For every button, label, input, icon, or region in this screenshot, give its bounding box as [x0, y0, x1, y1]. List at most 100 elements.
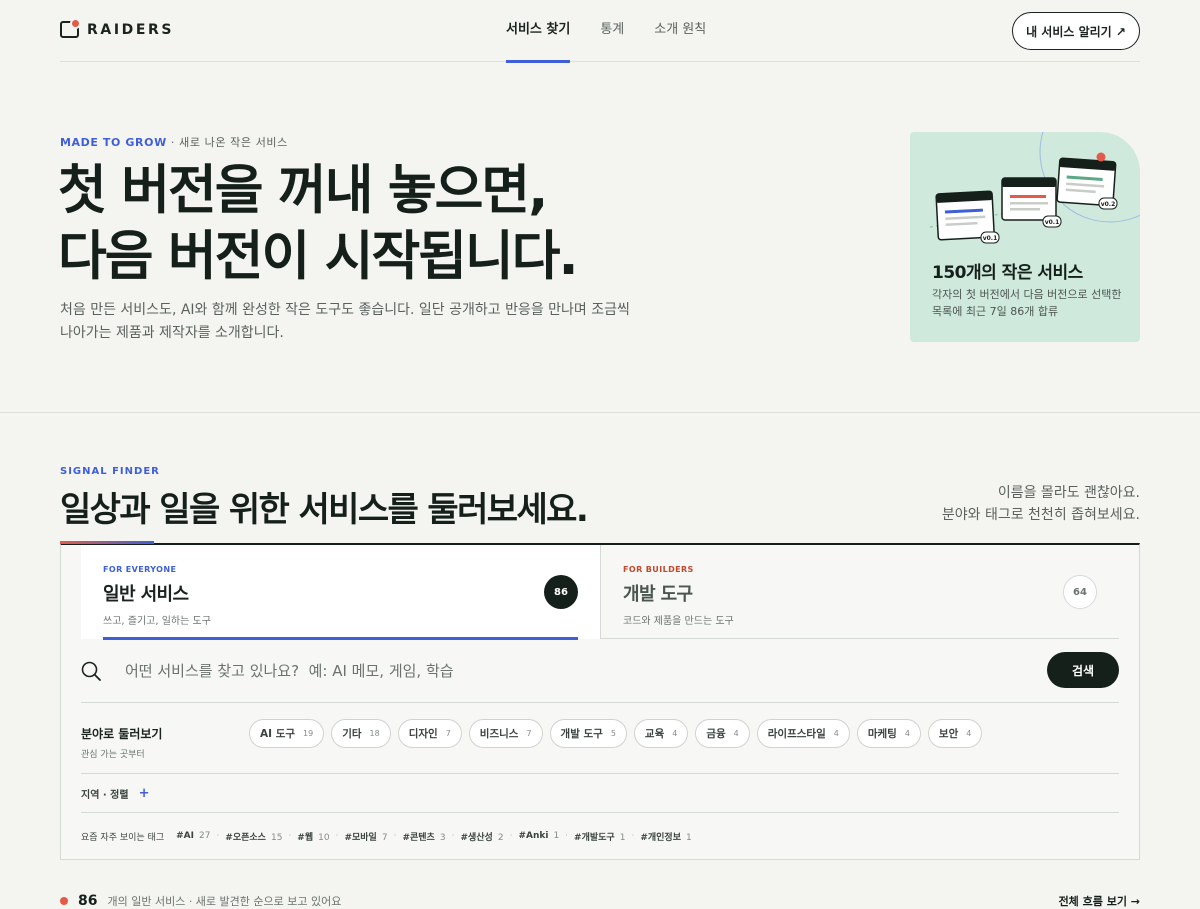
- tag-count: 27: [198, 831, 211, 841]
- popular-tags: 요즘 자주 보이는 태그 #AI 27 · #오픈소스 15 · #웹 10 · #모…: [81, 813, 1119, 859]
- chip-count: 7: [445, 729, 451, 738]
- version-label-1: v0.1: [983, 235, 998, 242]
- finder-side-note: 이름을 몰라도 괜찮아요. 분야와 태그로 천천히 좁혀보세요.: [942, 482, 1140, 526]
- tag-label: #오픈소스: [225, 832, 266, 843]
- hero-eyebrow-rest: · 새로 나온 작은 서비스: [166, 136, 288, 149]
- tag-count: 15: [270, 832, 283, 843]
- category-chip-ai-tools[interactable]: AI 도구 19: [249, 719, 325, 748]
- search-input[interactable]: [125, 657, 985, 685]
- chip-label: 라이프스타일: [767, 728, 826, 740]
- category-filter-subtitle: 관심 가는 곳부터: [81, 750, 145, 760]
- category-filter: 분야로 둘러보기 관심 가는 곳부터 AI 도구 19 기타 18 디자인 7 비즈니…: [81, 703, 1119, 774]
- tag-count: 1: [686, 832, 692, 843]
- chip-count: 4: [966, 729, 972, 738]
- tag-link[interactable]: #생산성 2: [460, 830, 503, 843]
- chip-count: 4: [833, 729, 839, 738]
- category-chip-security[interactable]: 보안 4: [927, 719, 983, 748]
- tag-label: #모바일: [344, 832, 377, 843]
- category-filter-title: 분야로 둘러보기: [81, 727, 163, 741]
- tag-link[interactable]: #개인정보 1: [640, 830, 691, 843]
- category-chip-lifestyle[interactable]: 라이프스타일 4: [756, 719, 850, 748]
- tag-link[interactable]: #Anki 1: [518, 831, 559, 841]
- chip-count: 19: [303, 729, 314, 738]
- site-header: RAIDERS 서비스 찾기 통계 소개 원칙 내 서비스 알리기 ↗: [60, 0, 1140, 63]
- chip-label: 개발 도구: [560, 728, 603, 740]
- logo-icon: [60, 18, 81, 38]
- tag-label: #Anki: [518, 831, 549, 841]
- search-bar: 검색: [81, 639, 1119, 703]
- category-chip-finance[interactable]: 금융 4: [695, 719, 750, 748]
- tag-label: #AI: [176, 831, 194, 841]
- hero-card-description: 각자의 첫 버전에서 다음 버전으로 선택한 목록에 최근 7일 86개 합류: [932, 288, 1122, 318]
- service-type-tabs: FOR EVERYONE 일반 서비스 쓰고, 즐기고, 일하는 도구 86 F…: [81, 545, 1119, 640]
- tag-count: 3: [439, 832, 446, 843]
- version-label-2: v0.1: [1045, 219, 1060, 226]
- category-chip-etc[interactable]: 기타 18: [331, 719, 391, 748]
- tag-separator: ·: [393, 831, 397, 841]
- category-chip-dev-tools[interactable]: 개발 도구 5: [549, 719, 627, 748]
- results-summary: 86 개의 일반 서비스 · 새로 발견한 순으로 보고 있어요: [60, 893, 341, 909]
- category-chip-design[interactable]: 디자인 7: [397, 719, 462, 748]
- tag-link[interactable]: #AI 27: [176, 831, 210, 841]
- chip-label: AI 도구: [260, 728, 296, 740]
- tab-kicker: FOR BUILDERS: [623, 565, 694, 574]
- category-chip-business[interactable]: 비즈니스 7: [468, 719, 543, 748]
- logo[interactable]: RAIDERS: [60, 18, 174, 38]
- nav-item-find-services[interactable]: 서비스 찾기: [506, 0, 571, 63]
- tag-separator: ·: [288, 831, 292, 841]
- tab-subtitle: 코드와 제품을 만드는 도구: [623, 616, 734, 627]
- submit-service-button[interactable]: 내 서비스 알리기 ↗: [1012, 12, 1140, 50]
- chip-count: 7: [526, 729, 532, 738]
- tag-link[interactable]: #개발도구 1: [574, 830, 625, 843]
- hero-stat-card: v0.1 v0.1 v0.2 150개의 작은 서비스 각자의 첫 버전에서 다…: [910, 132, 1140, 342]
- chip-label: 금융: [706, 728, 726, 740]
- hero-title: 첫 버전을 꺼내 놓으면, 다음 버전이 시작됩니다.: [58, 158, 579, 290]
- tag-label: #개발도구: [574, 832, 615, 843]
- tab-count-badge: 86: [544, 575, 578, 609]
- nav-item-principles[interactable]: 소개 원칙: [654, 0, 706, 62]
- tag-link[interactable]: #웹 10: [297, 830, 329, 843]
- tag-count: 1: [619, 832, 626, 843]
- main-nav: 서비스 찾기 통계 소개 원칙: [506, 0, 736, 63]
- nav-item-stats[interactable]: 통계: [600, 0, 624, 62]
- search-button[interactable]: 검색: [1047, 652, 1119, 688]
- tab-dev-tools[interactable]: FOR BUILDERS 개발 도구 코드와 제품을 만드는 도구 64: [600, 545, 1119, 639]
- tab-kicker: FOR EVERYONE: [103, 565, 177, 574]
- tag-label: #콘텐츠: [402, 832, 435, 843]
- tag-separator: ·: [216, 831, 220, 841]
- tag-count: 1: [553, 831, 560, 841]
- chip-label: 교육: [644, 728, 665, 740]
- region-sort-row[interactable]: 지역 · 정렬 +: [81, 774, 1119, 813]
- tag-count: 10: [318, 832, 330, 843]
- tab-name: 일반 서비스: [103, 584, 189, 605]
- chip-label: 비즈니스: [479, 728, 519, 740]
- chip-label: 보안: [938, 728, 959, 740]
- tag-separator: ·: [631, 831, 635, 841]
- category-chip-education[interactable]: 교육 4: [633, 719, 689, 748]
- tag-link[interactable]: #모바일 7: [344, 830, 387, 843]
- results-count: 86: [78, 893, 98, 909]
- view-all-link[interactable]: 전체 흐름 보기 →: [1059, 893, 1140, 909]
- finder-title: 일상과 일을 위한 서비스를 둘러보세요.: [60, 490, 589, 530]
- region-sort-label: 지역 · 정렬: [81, 789, 129, 801]
- tag-count: 2: [497, 832, 504, 843]
- tag-separator: ·: [565, 831, 569, 841]
- hero-description: 처음 만든 서비스도, AI와 함께 완성한 작은 도구도 좋습니다. 일단 공…: [60, 302, 630, 341]
- chip-label: 디자인: [408, 728, 438, 740]
- finder-side-line2: 분야와 태그로 천천히 좁혀보세요.: [941, 507, 1140, 523]
- expand-plus-icon[interactable]: +: [139, 786, 150, 801]
- tag-link[interactable]: #오픈소스 15: [225, 830, 282, 843]
- status-dot-icon: [60, 897, 68, 905]
- panel-accent-bar: [60, 541, 154, 544]
- tag-label: #생산성: [460, 832, 493, 843]
- chip-count: 4: [672, 729, 678, 738]
- category-chip-marketing[interactable]: 마케팅 4: [856, 719, 921, 748]
- tag-link[interactable]: #콘텐츠 3: [402, 830, 445, 843]
- results-summary-bar: 86 개의 일반 서비스 · 새로 발견한 순으로 보고 있어요 전체 흐름 보…: [60, 890, 1140, 909]
- chip-count: 4: [904, 729, 910, 738]
- tag-label: #웹: [297, 832, 314, 843]
- tab-general-services[interactable]: FOR EVERYONE 일반 서비스 쓰고, 즐기고, 일하는 도구 86: [81, 545, 600, 640]
- search-icon: [81, 661, 101, 681]
- tag-separator: ·: [451, 831, 455, 841]
- finder-side-line1: 이름을 몰라도 괜찮아요.: [997, 485, 1140, 501]
